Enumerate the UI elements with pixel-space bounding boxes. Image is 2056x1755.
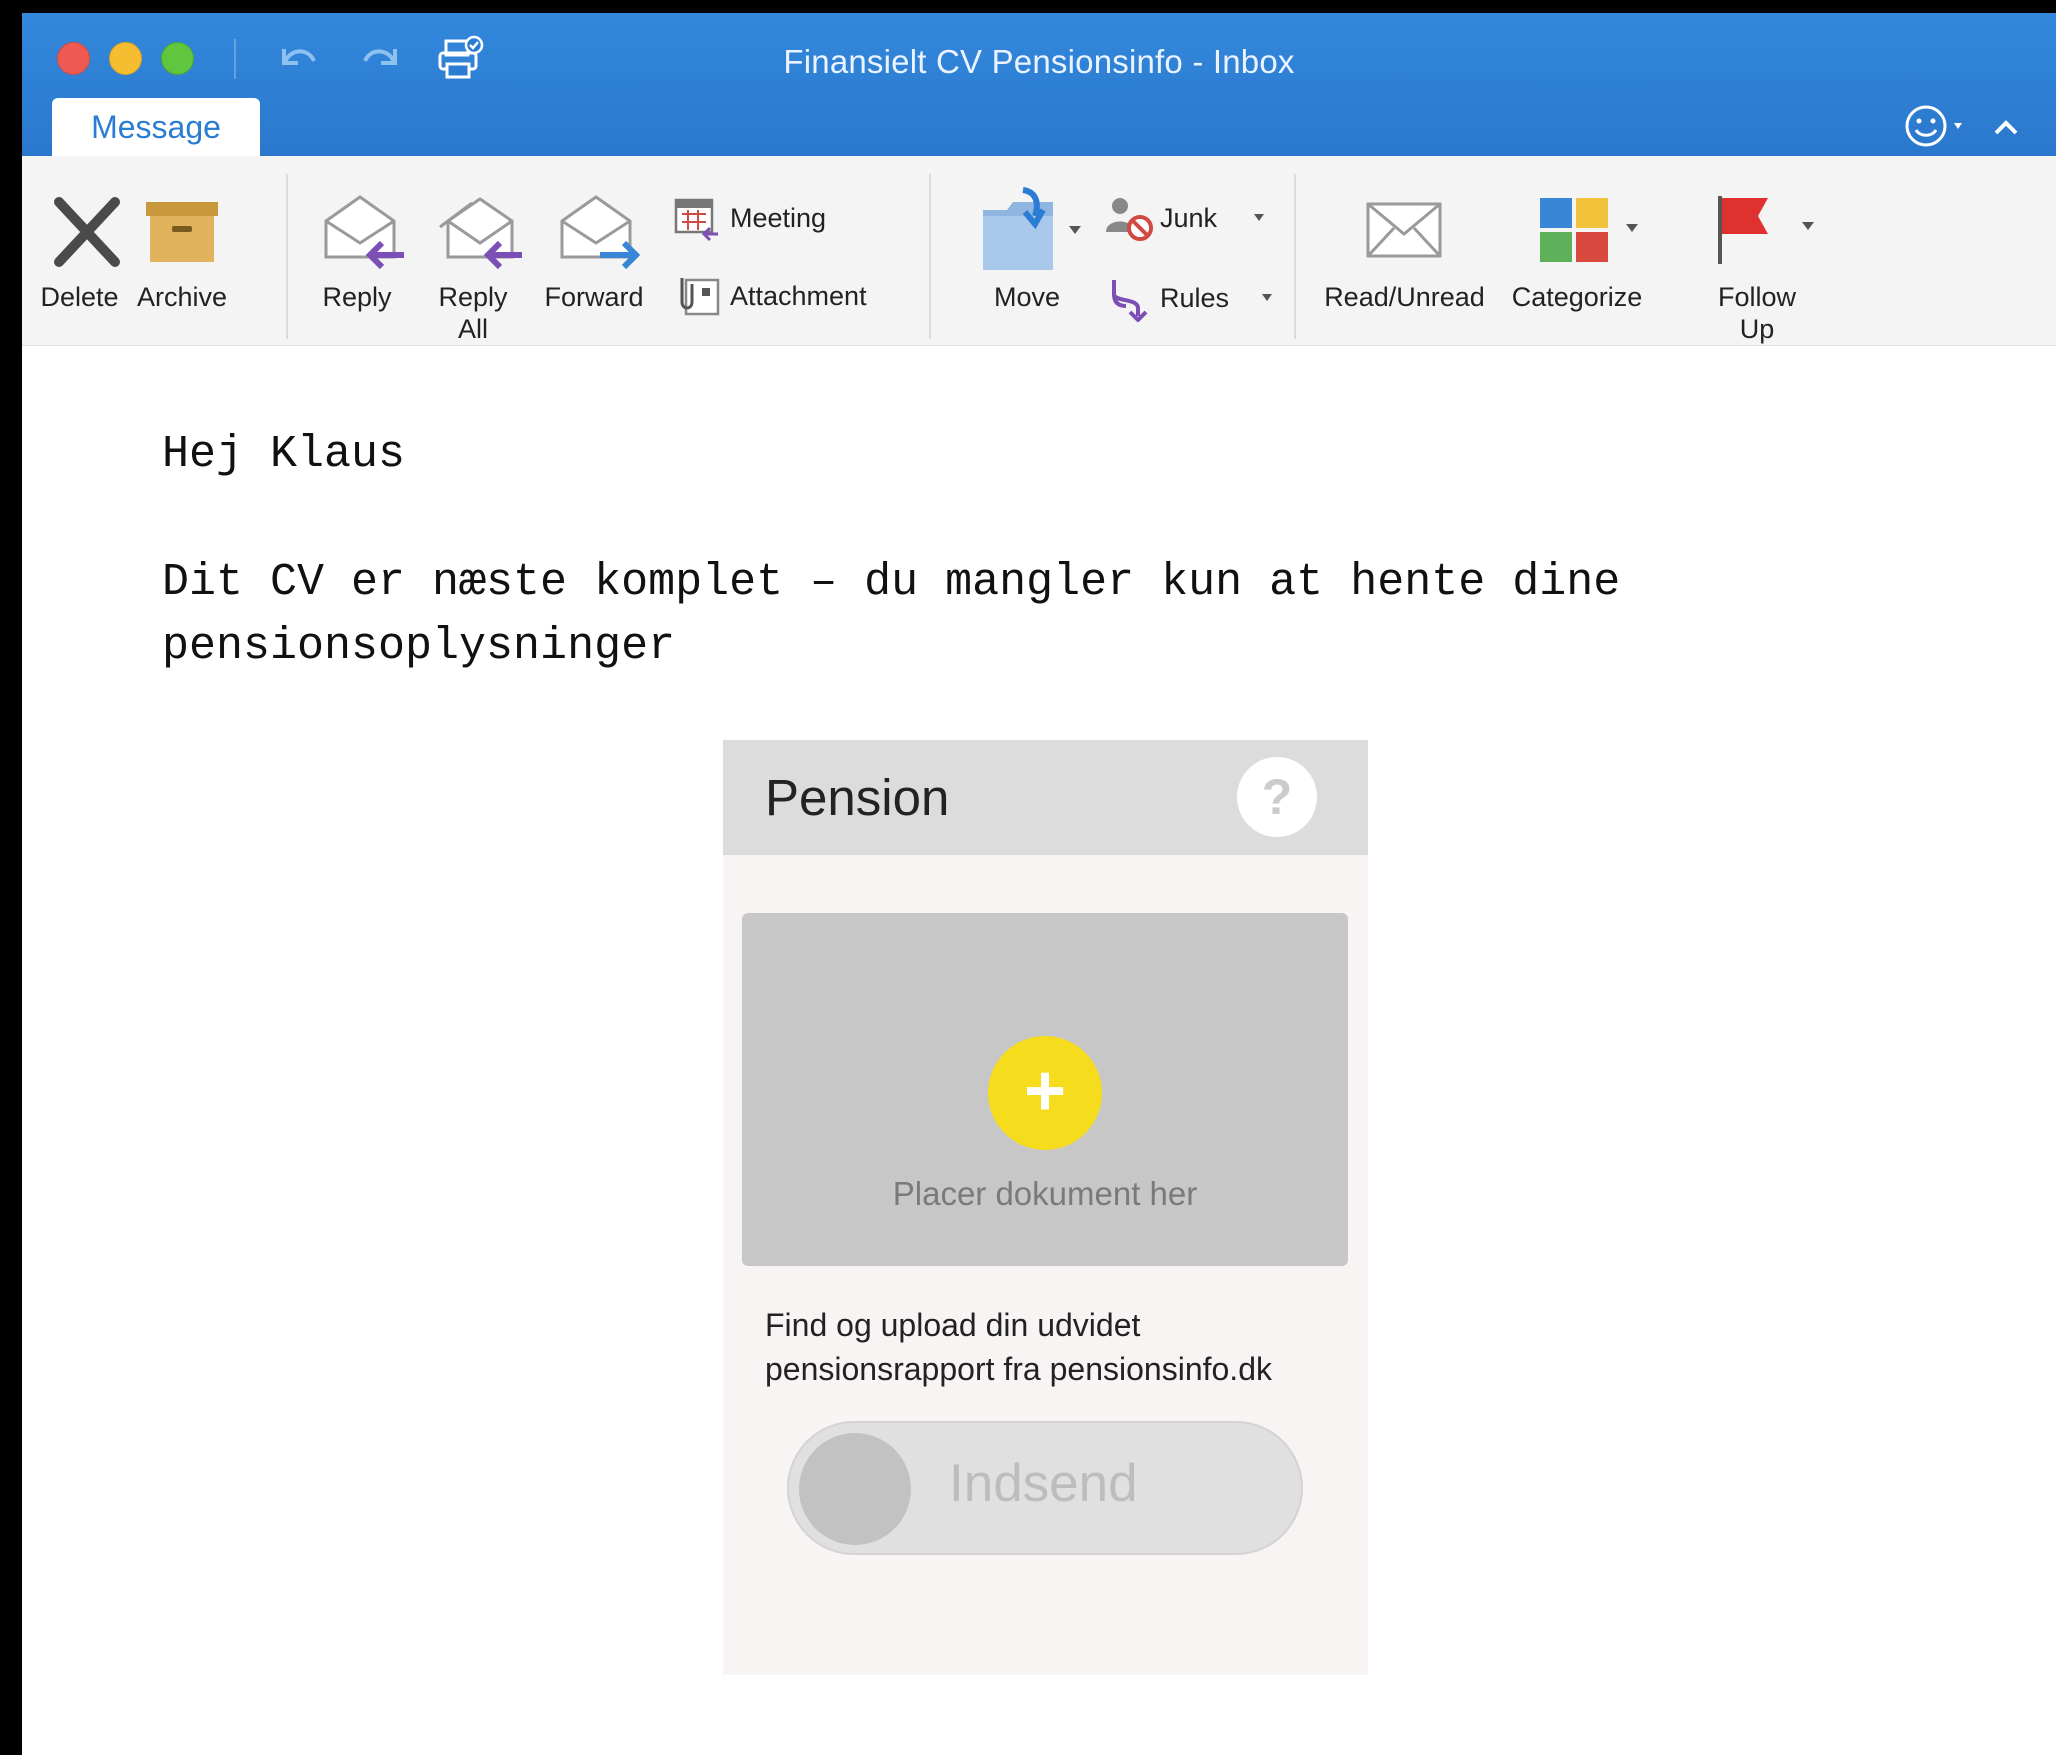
categorize-button[interactable]: Categorize [1502, 156, 1652, 346]
reply-button[interactable]: Reply [312, 156, 404, 346]
body-text: Dit CV er næste komplet – du mangler kun… [162, 557, 1621, 672]
paperclip-icon [680, 278, 720, 316]
drop-zone-label: Placer dokument her [892, 1175, 1198, 1212]
ribbon-divider [1294, 174, 1296, 339]
message-body: Hej Klaus Dit CV er næste komplet – du m… [162, 423, 2012, 743]
reply-all-label: Reply All [438, 282, 508, 344]
rules-label: Rules [1160, 283, 1230, 313]
collapse-ribbon-icon[interactable] [1994, 120, 2018, 135]
tab-message[interactable]: Message [52, 98, 260, 156]
envelope-icon [1366, 202, 1442, 258]
ribbon-toolbar: Delete Archive Reply Reply All Forward M… [22, 156, 2056, 346]
move-folder-icon [983, 187, 1081, 270]
categorize-icon [1540, 198, 1638, 262]
delete-x-icon [54, 197, 120, 267]
pension-card: Pension ? + Placer dokument her Find og … [723, 740, 1368, 1675]
window-title: Finansielt CV Pensionsinfo - Inbox [783, 43, 1295, 80]
move-label: Move [993, 282, 1061, 312]
greeting-text: Hej Klaus [162, 429, 406, 480]
feedback-and-collapse [1905, 105, 2018, 147]
ribbon-divider [929, 174, 931, 339]
follow-up-button[interactable]: Follow Up [1692, 156, 1822, 346]
read-unread-label: Read/Unread [1324, 282, 1485, 312]
meeting-button[interactable]: Meeting [672, 196, 872, 242]
junk-dropdown-icon[interactable] [1252, 212, 1266, 222]
smiley-icon[interactable] [1905, 105, 1962, 147]
pension-title: Pension [765, 769, 950, 826]
forward-icon [560, 195, 641, 270]
attachment-button[interactable]: Attachment [672, 274, 912, 318]
help-icon[interactable]: ? [1237, 757, 1317, 837]
reply-all-icon [439, 197, 522, 270]
reply-icon [324, 195, 404, 270]
junk-label: Junk [1160, 203, 1218, 233]
attachment-label: Attachment [730, 281, 867, 311]
add-document-icon[interactable]: + [988, 1036, 1102, 1150]
follow-up-label: Follow Up [1717, 282, 1797, 344]
delete-button[interactable]: Delete [32, 156, 127, 346]
junk-block-icon [1106, 198, 1153, 241]
rules-button[interactable]: Rules [1102, 276, 1292, 322]
junk-button[interactable]: Junk [1102, 196, 1272, 241]
rules-dropdown-icon[interactable] [1260, 292, 1274, 302]
submit-slider-knob[interactable] [799, 1433, 911, 1545]
read-unread-button[interactable]: Read/Unread [1312, 156, 1497, 346]
submit-label: Indsend [949, 1454, 1138, 1513]
archive-button[interactable]: Archive [127, 156, 237, 346]
upload-instructions: Find og upload din udvidet pensionsrappo… [765, 1307, 1272, 1387]
outlook-window: Finansielt CV Pensionsinfo - Inbox Messa… [0, 0, 2056, 1755]
forward-label: Forward [544, 282, 644, 312]
move-button[interactable]: Move [957, 156, 1097, 346]
document-drop-zone[interactable]: + Placer dokument her [742, 913, 1348, 1266]
flag-icon [1718, 196, 1814, 264]
pension-card-header: Pension ? [723, 740, 1368, 855]
submit-slider[interactable]: Indsend [787, 1421, 1303, 1555]
ribbon-divider [286, 174, 288, 339]
meeting-label: Meeting [730, 203, 827, 233]
title-bar: Finansielt CV Pensionsinfo - Inbox Messa… [22, 13, 2056, 156]
categorize-label: Categorize [1511, 282, 1643, 312]
delete-label: Delete [40, 282, 119, 312]
archive-label: Archive [136, 282, 228, 312]
calendar-icon [674, 198, 718, 242]
reply-label: Reply [322, 282, 392, 312]
reply-all-button[interactable]: Reply All [428, 156, 522, 346]
forward-button[interactable]: Forward [534, 156, 654, 346]
rules-icon [1112, 280, 1148, 322]
archive-box-icon [146, 202, 218, 262]
